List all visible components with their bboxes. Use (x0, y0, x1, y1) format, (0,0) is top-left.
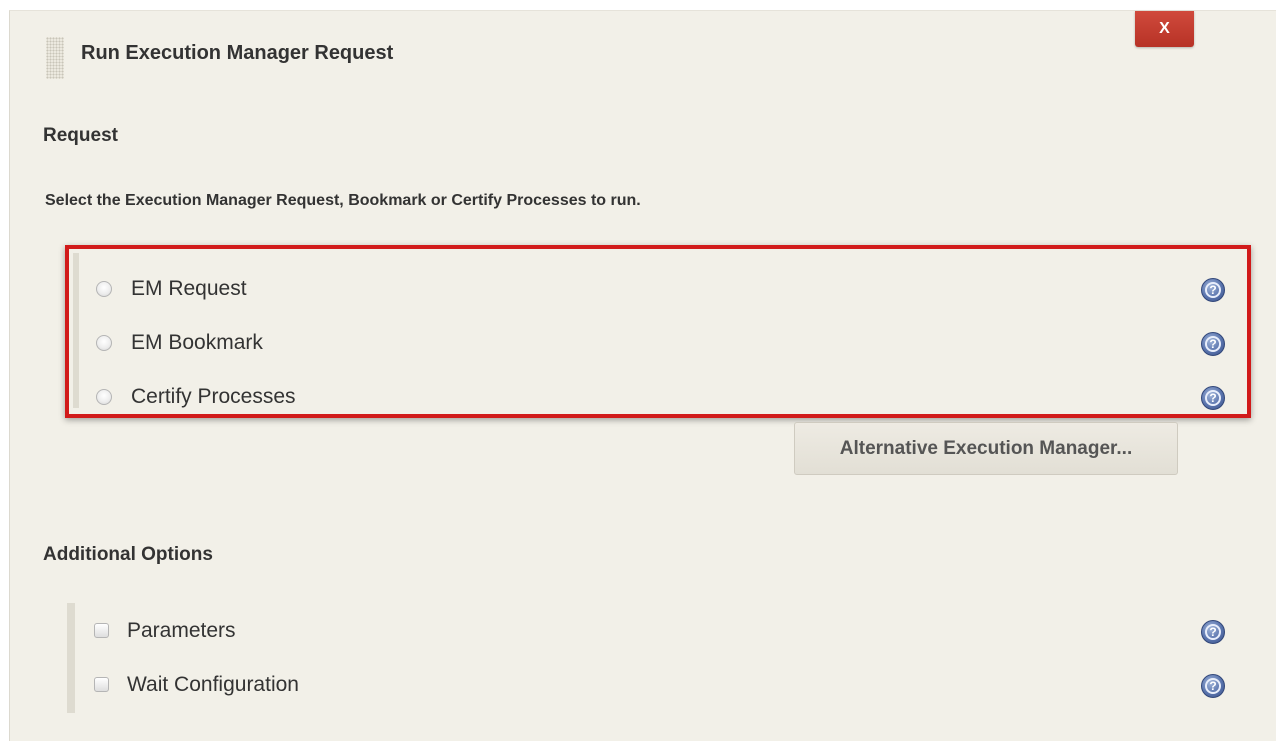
help-glyph: ? (1209, 337, 1217, 351)
parameters-help-icon[interactable]: ? (1201, 620, 1225, 644)
parameters-label[interactable]: Parameters (127, 619, 236, 643)
em-request-radio[interactable] (96, 281, 112, 297)
help-glyph: ? (1209, 625, 1217, 639)
additional-options-rail (67, 603, 75, 713)
option-row-em-request: EM Request (69, 275, 1276, 305)
alternative-execution-manager-button[interactable]: Alternative Execution Manager... (794, 422, 1178, 475)
additional-options-heading: Additional Options (43, 544, 213, 565)
option-row-wait-configuration: Wait Configuration (94, 671, 1276, 701)
request-options-group: EM Request EM Bookmark Certify Processes… (65, 245, 1251, 418)
em-request-label[interactable]: EM Request (131, 277, 247, 301)
dialog-panel: Run Execution Manager Request X Request … (9, 10, 1276, 741)
option-row-em-bookmark: EM Bookmark (69, 329, 1276, 359)
request-heading: Request (43, 125, 118, 146)
certify-processes-radio[interactable] (96, 389, 112, 405)
em-request-help-icon[interactable]: ? (1201, 278, 1225, 302)
wait-configuration-help-icon[interactable]: ? (1201, 674, 1225, 698)
certify-processes-help-icon[interactable]: ? (1201, 386, 1225, 410)
drag-handle-icon[interactable] (46, 37, 64, 79)
option-row-certify-processes: Certify Processes (69, 383, 1276, 413)
wait-configuration-checkbox[interactable] (94, 677, 109, 692)
dialog-title: Run Execution Manager Request (81, 42, 394, 64)
wait-configuration-label[interactable]: Wait Configuration (127, 673, 299, 697)
certify-processes-label[interactable]: Certify Processes (131, 385, 296, 409)
em-bookmark-radio[interactable] (96, 335, 112, 351)
option-row-parameters: Parameters (94, 617, 1276, 647)
em-bookmark-label[interactable]: EM Bookmark (131, 331, 263, 355)
parameters-checkbox[interactable] (94, 623, 109, 638)
request-description: Select the Execution Manager Request, Bo… (45, 192, 641, 209)
help-glyph: ? (1209, 679, 1217, 693)
help-glyph: ? (1209, 283, 1217, 297)
em-bookmark-help-icon[interactable]: ? (1201, 332, 1225, 356)
close-button[interactable]: X (1135, 11, 1194, 47)
help-glyph: ? (1209, 391, 1217, 405)
